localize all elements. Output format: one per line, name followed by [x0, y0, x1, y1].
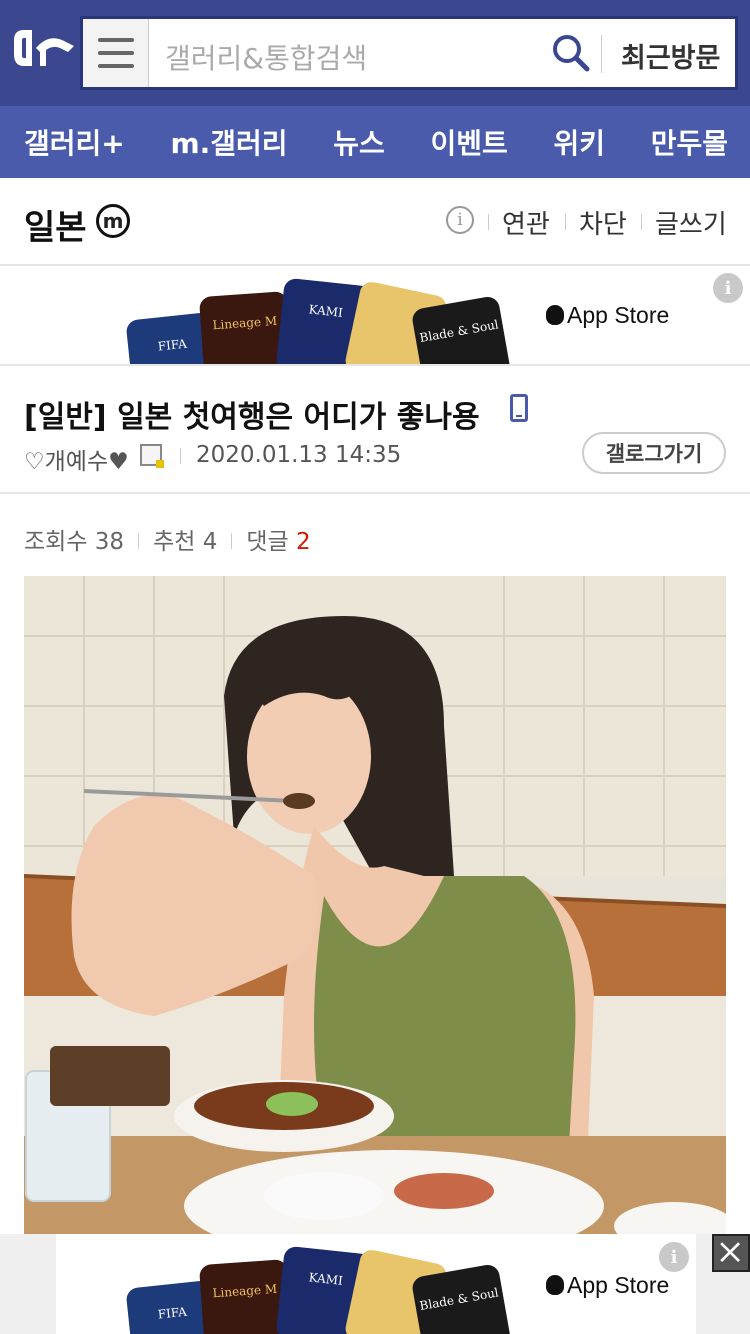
gallery-header: 일본 m i 연관 차단 글쓰기 — [0, 178, 750, 266]
post-title: [일반] 일본 첫여행은 어디가 좋나용 — [24, 400, 480, 435]
gallery-title[interactable]: 일본 — [24, 200, 87, 249]
views-count: 38 — [94, 529, 125, 555]
search-icon[interactable] — [551, 33, 591, 73]
nav-item-news[interactable]: 뉴스 — [333, 122, 385, 162]
post-stats: 조회수 38 추천 4 댓글 2 — [24, 522, 311, 556]
bottom-ad-banner[interactable]: FIFA Lineage M KAMI Blade & Soul App Sto… — [0, 1234, 750, 1334]
search-bar: 갤러리&통합검색 최근방문 — [80, 16, 738, 90]
divider — [180, 448, 181, 464]
woman-eating-curry-image — [24, 576, 726, 1236]
apple-icon — [546, 1275, 564, 1295]
nav-item-m-gallery[interactable]: m.갤러리 — [170, 122, 287, 162]
recommend-label: 추천 — [153, 529, 196, 555]
hamburger-icon — [97, 38, 134, 42]
recent-visits-button[interactable]: 최근방문 — [621, 36, 720, 75]
menu-button[interactable] — [83, 19, 149, 87]
info-icon[interactable]: i — [446, 206, 474, 234]
post-header: [일반] 일본 첫여행은 어디가 좋나용 ♡개예수♥ 2020.01.13 14… — [0, 366, 750, 494]
author-name[interactable]: ♡개예수♥ — [24, 442, 129, 476]
gallog-icon[interactable] — [140, 444, 164, 468]
divider — [601, 35, 602, 73]
recommend-count: 4 — [202, 529, 218, 555]
ad-info-icon[interactable]: i — [713, 273, 743, 303]
close-icon[interactable] — [712, 1234, 750, 1272]
top-bar: 갤러리&통합검색 최근방문 — [0, 0, 750, 106]
dc-logo-icon[interactable] — [10, 26, 76, 76]
app-store-label: App Store — [546, 302, 669, 329]
top-ad-banner[interactable]: FIFA Lineage M KAMI Blade & Soul App Sto… — [0, 266, 750, 366]
gallog-button[interactable]: 갤로그가기 — [582, 432, 726, 474]
divider — [641, 214, 642, 230]
comments-count[interactable]: 2 — [296, 529, 311, 555]
divider — [138, 533, 140, 549]
nav-item-event[interactable]: 이벤트 — [430, 122, 507, 162]
nav-item-mandu-mall[interactable]: 만두몰 — [651, 122, 728, 162]
apple-icon — [546, 305, 564, 325]
block-link[interactable]: 차단 — [579, 204, 627, 241]
nav-item-gallery-plus[interactable]: 갤러리+ — [24, 122, 125, 162]
mobile-icon — [510, 394, 528, 422]
post-image[interactable] — [24, 576, 726, 1236]
bottom-ad-content: FIFA Lineage M KAMI Blade & Soul App Sto… — [56, 1234, 696, 1334]
ad-info-icon[interactable]: i — [659, 1242, 689, 1272]
divider — [231, 533, 233, 549]
minor-gallery-badge: m — [96, 204, 130, 238]
divider — [565, 214, 566, 230]
views-label: 조회수 — [24, 529, 88, 555]
search-input[interactable]: 갤러리&통합검색 — [165, 37, 367, 77]
main-nav: 갤러리+ m.갤러리 뉴스 이벤트 위키 만두몰 — [0, 106, 750, 178]
comments-label[interactable]: 댓글 — [246, 529, 288, 555]
divider — [488, 214, 489, 230]
nav-item-wiki[interactable]: 위키 — [553, 122, 605, 162]
app-store-label: App Store — [546, 1272, 669, 1299]
ad-game-cards: FIFA Lineage M KAMI Blade & Soul — [125, 277, 514, 364]
post-date: 2020.01.13 14:35 — [196, 442, 402, 468]
write-link[interactable]: 글쓰기 — [655, 204, 727, 241]
related-link[interactable]: 연관 — [502, 204, 550, 241]
ad-game-cards: FIFA Lineage M KAMI Blade & Soul — [125, 1245, 514, 1334]
